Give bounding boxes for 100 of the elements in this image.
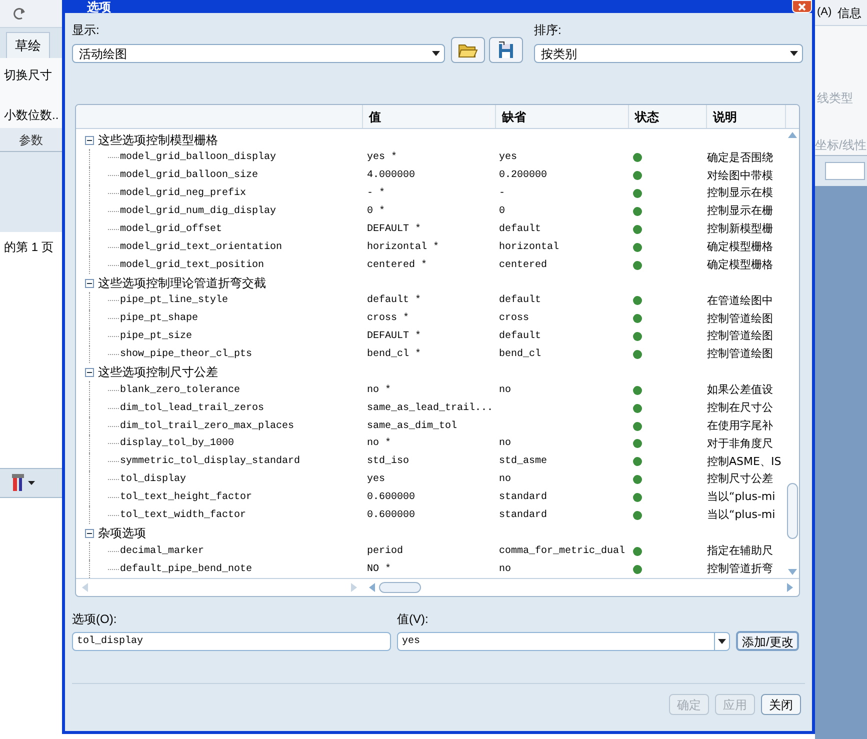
collapse-icon[interactable]: [85, 528, 94, 538]
default-cell-text: standard: [498, 508, 548, 523]
menu-item[interactable]: 信息: [838, 4, 862, 22]
option-name[interactable]: tol_display: [120, 472, 186, 488]
option-name[interactable]: model_grid_num_dig_display: [120, 204, 276, 219]
value-cell-text: same_as_lead_trail...: [366, 402, 494, 416]
description-cell-text: 控制管道折弯: [707, 560, 774, 577]
value-cell-text: no *: [366, 436, 392, 452]
collapse-icon[interactable]: [85, 278, 94, 288]
option-name[interactable]: dim_tol_trail_zero_max_places: [120, 418, 294, 434]
group-title[interactable]: 杂项选项: [98, 524, 146, 542]
option-name[interactable]: display_tol_by_1000: [120, 436, 234, 452]
scroll-thumb[interactable]: [787, 483, 798, 539]
description-cell-text: 指定在辅助尺: [707, 543, 774, 559]
option-name[interactable]: pipe_pt_line_style: [120, 293, 228, 308]
scroll-right-icon[interactable]: [787, 583, 793, 592]
dialog-button[interactable]: 关闭: [761, 694, 801, 715]
group-title[interactable]: 这些选项控制尺寸公差: [98, 363, 218, 382]
default-cell-text: no: [498, 562, 512, 577]
group-title[interactable]: 这些选项控制模型栅格: [98, 131, 218, 149]
open-button[interactable]: [451, 37, 485, 63]
default-cell-text: 0: [498, 205, 506, 219]
value-cell-text: 0.600000: [366, 508, 416, 523]
option-name[interactable]: blank_zero_tolerance: [120, 382, 240, 398]
option-name[interactable]: pipe_pt_size: [120, 329, 192, 344]
collapse-icon[interactable]: [85, 136, 94, 144]
vertical-scrollbar[interactable]: [786, 129, 799, 578]
option-name[interactable]: model_grid_neg_prefix: [120, 186, 246, 202]
text-field[interactable]: [825, 162, 865, 180]
close-button[interactable]: [792, 0, 812, 13]
default-cell-text: yes: [498, 151, 518, 166]
description-cell-text: 当以“plus-mi: [707, 507, 776, 524]
horizontal-scrollbar[interactable]: [76, 578, 799, 596]
column-header[interactable]: 说明: [707, 105, 786, 128]
description-cell-text: 控制显示在模: [707, 185, 774, 202]
description-cell-text: 控制新模型栅: [707, 221, 774, 238]
window-title: 选项: [86, 0, 111, 12]
sort-label: 排序:: [534, 22, 562, 39]
option-name[interactable]: show_pipe_theor_cl_pts: [120, 347, 252, 362]
value-cell-text: 0.600000: [366, 491, 416, 506]
default-cell-text: no: [498, 384, 512, 398]
collapse-icon[interactable]: [85, 368, 94, 377]
value-cell-text: DEFAULT *: [366, 330, 422, 344]
menu-item[interactable]: (A): [817, 4, 832, 21]
option-name[interactable]: model_grid_text_position: [120, 258, 264, 273]
ribbon-label[interactable]: 切换尺寸: [4, 66, 62, 84]
redo-icon[interactable]: [12, 8, 26, 20]
option-name[interactable]: dim_tol_lead_trail_zeros: [120, 400, 264, 416]
folder-icon: [458, 42, 478, 58]
value-cell-text: 4.000000: [366, 169, 416, 184]
option-name[interactable]: tol_text_height_factor: [120, 490, 252, 506]
default-cell-text: no: [498, 437, 512, 452]
scroll-left-icon[interactable]: [82, 583, 88, 592]
option-name[interactable]: symmetric_tol_display_standard: [120, 454, 300, 470]
value-cell-text: yes: [366, 473, 386, 488]
option-name[interactable]: model_grid_text_orientation: [120, 240, 282, 255]
dropdown-field[interactable]: 活动绘图: [72, 44, 445, 63]
option-name[interactable]: model_grid_balloon_size: [120, 168, 258, 184]
scroll-thumb[interactable]: [379, 582, 421, 593]
option-label: 选项(O):: [72, 611, 118, 628]
dropdown-caret-icon: [432, 51, 440, 56]
option-name[interactable]: model_grid_balloon_display: [120, 150, 276, 166]
default-cell-text: default: [498, 222, 542, 237]
option-name[interactable]: default_pipe_bend_note: [120, 562, 252, 577]
value-cell-text: period: [366, 544, 404, 559]
scroll-down-icon[interactable]: [788, 569, 797, 575]
value-cell-text: default *: [366, 294, 422, 308]
ribbon-tab[interactable]: 草绘: [6, 32, 50, 58]
group-title[interactable]: 这些选项控制理论管道折弯交截: [98, 274, 266, 292]
column-header[interactable]: 值: [363, 105, 496, 128]
dropdown-caret-icon: [790, 51, 798, 56]
save-button[interactable]: [489, 37, 523, 63]
option-input[interactable]: tol_display: [72, 632, 391, 651]
scroll-left-icon[interactable]: [369, 583, 375, 592]
option-name[interactable]: decimal_marker: [120, 544, 204, 559]
option-name[interactable]: tol_text_width_factor: [120, 508, 246, 523]
page-label: 的第 1 页: [4, 240, 54, 254]
description-cell-text: 控制显示在栅: [707, 203, 774, 220]
tools-icon[interactable]: [10, 473, 38, 493]
default-cell-text: -: [498, 187, 506, 202]
add-change-button[interactable]: 添加/更改: [736, 631, 800, 651]
column-header[interactable]: 状态: [629, 105, 707, 128]
option-name[interactable]: pipe_pt_shape: [120, 311, 198, 326]
value-dropdown[interactable]: yes: [397, 632, 730, 651]
value-cell-text: no *: [366, 384, 392, 398]
scroll-right-icon[interactable]: [351, 583, 357, 592]
default-cell-text: no: [498, 473, 512, 488]
default-cell-text: default: [498, 294, 542, 308]
scroll-up-icon[interactable]: [788, 132, 797, 138]
ribbon-label[interactable]: 小数位数..: [4, 106, 62, 124]
dropdown-field[interactable]: 按类别: [534, 44, 803, 63]
description-cell-text: 控制ASME、IS: [707, 454, 782, 470]
column-header[interactable]: 缺省: [496, 105, 629, 128]
description-cell-text: 如果公差值设: [707, 382, 774, 398]
description-cell-text: 对绘图中带模: [707, 168, 774, 184]
value-cell-text: - *: [366, 186, 386, 202]
option-name[interactable]: model_grid_offset: [120, 222, 222, 237]
default-cell-text: standard: [498, 490, 548, 506]
value-cell-text: bend_cl *: [366, 348, 422, 362]
value-cell-text: yes *: [366, 150, 398, 166]
